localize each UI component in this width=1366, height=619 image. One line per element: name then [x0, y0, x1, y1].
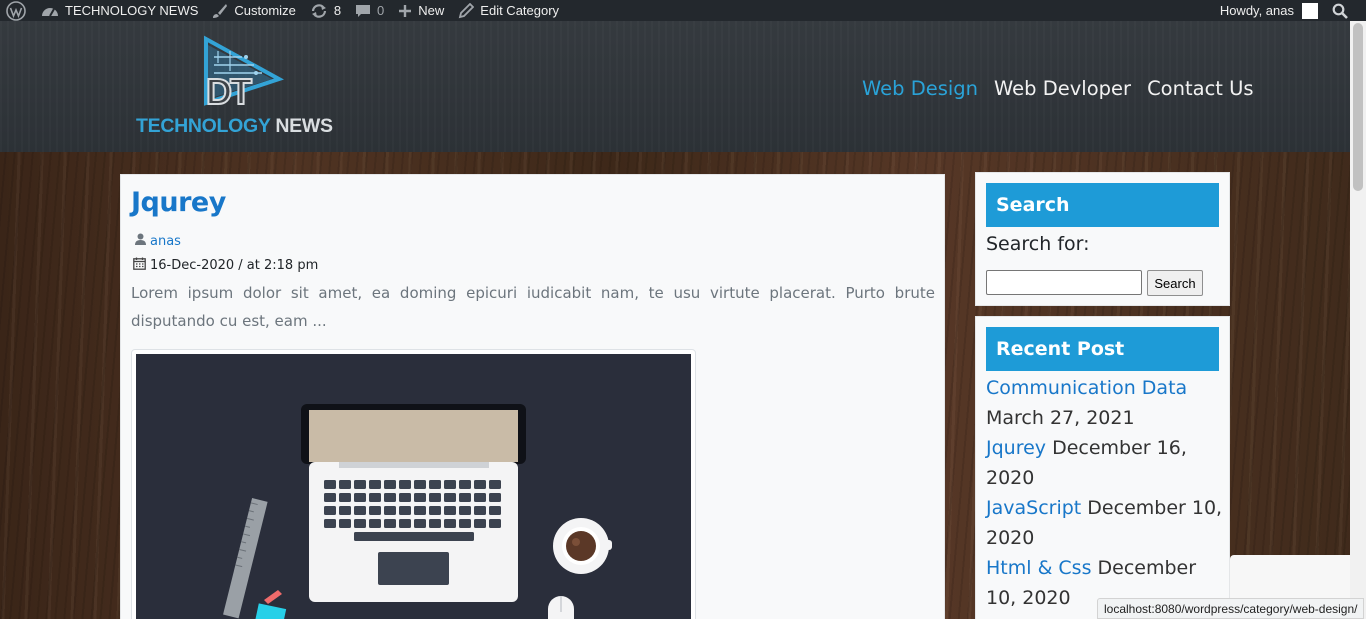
updates-link[interactable]: 8: [303, 0, 348, 21]
plus-icon: [398, 4, 412, 18]
refresh-icon: [310, 3, 328, 19]
recent-posts-title: Recent Post: [986, 327, 1219, 371]
recent-post-date: March 27, 2021: [986, 407, 1135, 429]
nav-item-contact-us[interactable]: Contact Us: [1147, 77, 1254, 100]
post-card: Jqurey anas 16-Dec-2020 / at 2:18 pm Lor…: [120, 174, 945, 619]
list-item: Jqurey December 16, 2020: [986, 433, 1224, 493]
calendar-icon: [133, 257, 146, 274]
logo-text: TECHNOLOGY NEWS: [136, 115, 333, 137]
post-excerpt: Lorem ipsum dolor sit amet, ea doming ep…: [131, 284, 935, 330]
author-link[interactable]: anas: [150, 234, 181, 249]
admin-bar: TECHNOLOGY NEWS Customize 8 0 New Edit C…: [0, 0, 1366, 21]
updates-count: 8: [333, 3, 342, 18]
recent-posts-list: Communication Data March 27, 2021 Jqurey…: [986, 373, 1224, 613]
list-item: JavaScript December 10, 2020: [986, 493, 1224, 553]
post-thumbnail[interactable]: [131, 349, 696, 619]
edit-category-link[interactable]: Edit Category: [451, 0, 566, 21]
search-icon: [1332, 3, 1348, 19]
comments-link[interactable]: 0: [348, 0, 391, 21]
avatar: [1302, 2, 1318, 19]
recent-posts-widget: Recent Post Communication Data March 27,…: [975, 316, 1230, 619]
search-input[interactable]: [986, 270, 1142, 295]
brush-icon: [212, 3, 228, 19]
wordpress-logo-icon[interactable]: [0, 0, 34, 21]
nav-item-web-devloper[interactable]: Web Devloper: [994, 77, 1131, 100]
scrollbar-thumb[interactable]: [1353, 23, 1363, 191]
recent-post-link[interactable]: Communication Data: [986, 377, 1187, 399]
nav-item-web-design[interactable]: Web Design: [862, 77, 978, 100]
pencil-icon: [458, 2, 475, 19]
user-icon: [135, 233, 146, 249]
search-label: Search for:: [986, 233, 1090, 255]
recent-post-link[interactable]: Jqurey: [986, 437, 1046, 459]
main-navigation: Web Design Web Devloper Contact Us: [862, 77, 1254, 100]
post-author: anas: [135, 233, 181, 249]
my-account-menu[interactable]: Howdy, anas: [1213, 0, 1325, 21]
link-status-bar: localhost:8080/wordpress/category/web-de…: [1097, 598, 1365, 619]
logo-monogram: DT: [205, 70, 253, 113]
search-widget: Search Search for: Search: [975, 172, 1230, 306]
recent-post-link[interactable]: JavaScript: [986, 497, 1081, 519]
post-title[interactable]: Jqurey: [131, 187, 226, 218]
customize-link[interactable]: Customize: [205, 0, 302, 21]
comment-icon: [355, 3, 371, 19]
list-item: Communication Data March 27, 2021: [986, 373, 1224, 433]
new-content-link[interactable]: New: [391, 0, 451, 21]
dashboard-icon: [41, 3, 59, 19]
site-header: DT TECHNOLOGY NEWS Web Design Web Devlop…: [0, 21, 1350, 152]
search-widget-title: Search: [986, 183, 1219, 227]
post-date-text: 16-Dec-2020 / at 2:18 pm: [150, 258, 319, 273]
post-date: 16-Dec-2020 / at 2:18 pm: [133, 257, 318, 274]
howdy-text: Howdy, anas: [1219, 3, 1294, 18]
site-name: TECHNOLOGY NEWS: [65, 3, 199, 18]
page-scrollbar[interactable]: [1350, 21, 1366, 619]
search-button[interactable]: Search: [1147, 270, 1203, 296]
admin-search-button[interactable]: [1325, 0, 1366, 21]
laptop-desk-illustration: [136, 354, 691, 619]
comments-count: 0: [377, 3, 385, 18]
site-name-menu[interactable]: TECHNOLOGY NEWS: [34, 0, 205, 21]
recent-post-link[interactable]: Html & Css: [986, 557, 1091, 579]
